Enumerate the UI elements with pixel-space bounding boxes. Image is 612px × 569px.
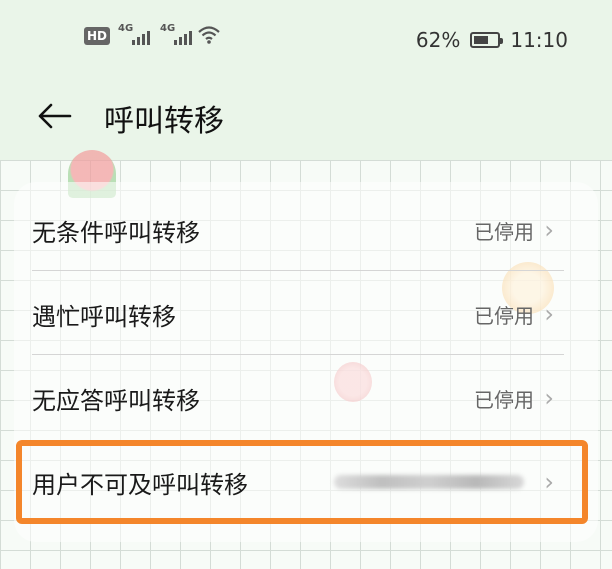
sim1-signal-icon: 4G [118, 23, 151, 45]
app-header: 呼叫转移 [0, 80, 612, 160]
row-status: 已停用 [474, 387, 534, 412]
battery-percent: 62% [415, 28, 461, 52]
row-busy-forward[interactable]: 遇忙呼叫转移 已停用 › [16, 274, 564, 354]
chevron-right-icon: › [544, 300, 554, 328]
back-button[interactable] [30, 92, 78, 140]
chevron-right-icon: › [544, 384, 554, 412]
row-no-answer-forward[interactable]: 无应答呼叫转移 已停用 › [16, 358, 564, 438]
divider [32, 354, 564, 355]
row-label: 遇忙呼叫转移 [32, 302, 176, 331]
row-unconditional-forward[interactable]: 无条件呼叫转移 已停用 › [16, 190, 564, 270]
sim2-network-label: 4G [160, 23, 176, 34]
row-status: 已停用 [474, 219, 534, 244]
chevron-right-icon: › [544, 216, 554, 244]
battery-icon [470, 32, 504, 48]
row-label: 无应答呼叫转移 [32, 386, 200, 415]
status-right: 62% 11:10 [416, 28, 568, 52]
status-left: HD 4G 4G [84, 23, 220, 46]
arrow-left-icon [38, 103, 72, 129]
divider [32, 270, 564, 271]
hd-voice-icon: HD [84, 27, 111, 45]
sim1-network-label: 4G [118, 23, 134, 34]
status-bar: HD 4G 4G 62% 11:10 [0, 0, 612, 80]
page-title: 呼叫转移 [104, 104, 224, 139]
battery-fill [474, 36, 489, 44]
clock: 11:10 [510, 28, 568, 52]
row-label: 无条件呼叫转移 [32, 218, 200, 247]
highlight-box [16, 440, 588, 524]
row-status: 已停用 [474, 303, 534, 328]
wifi-icon [198, 26, 220, 46]
sim2-signal-icon: 4G [160, 23, 193, 45]
